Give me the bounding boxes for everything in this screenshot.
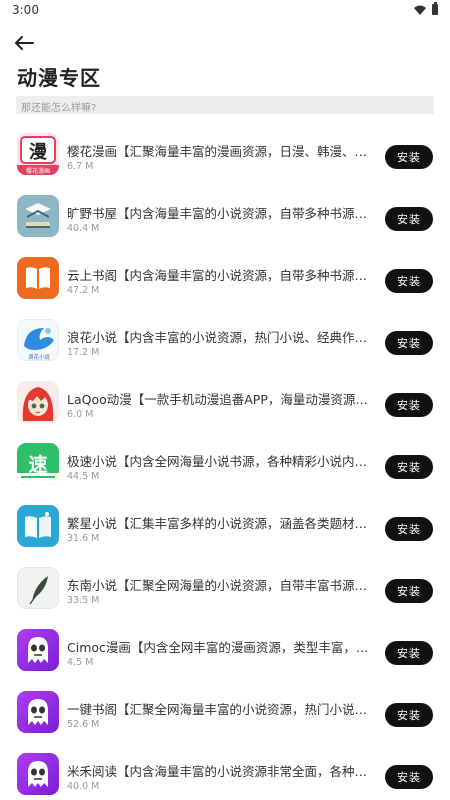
app-name: Cimoc漫画【内含全网丰富的漫画资源，类型丰富，解锁全部 bbox=[67, 640, 379, 655]
app-list-item[interactable]: 旷野书屋【内含海量丰富的小说资源，自带多种书源，精品小说 40.4 M 安装 bbox=[0, 183, 450, 245]
app-size: 6.7 M bbox=[67, 161, 94, 172]
app-size: 44.5 M bbox=[67, 471, 100, 482]
app-list-item[interactable]: 东南小说【汇聚全网海量的小说资源，自带丰富书源，免费阅读 33.5 M 安装 bbox=[0, 555, 450, 617]
app-name: 樱花漫画【汇聚海量丰富的漫画资源，日漫、韩漫、国漫等 bbox=[67, 144, 379, 159]
app-name: 繁星小说【汇集丰富多样的小说资源，涵盖各类题材和风格 bbox=[67, 516, 379, 531]
app-name: 东南小说【汇聚全网海量的小说资源，自带丰富书源，免费阅读 bbox=[67, 578, 379, 593]
wifi-icon bbox=[414, 5, 426, 15]
install-button[interactable]: 安装 bbox=[385, 331, 433, 355]
speed-icon: 速 bbox=[17, 443, 59, 485]
arrow-left-icon bbox=[15, 36, 34, 50]
manga-icon: 漫 樱花漫画 bbox=[17, 133, 59, 175]
app-size: 33.5 M bbox=[67, 595, 100, 606]
app-name: 一键书阁【汇聚全网海量丰富的小说资源，热门小说、经典名著 bbox=[67, 702, 379, 717]
app-size: 52.6 M bbox=[67, 719, 100, 730]
ghost-icon bbox=[17, 753, 59, 795]
install-button[interactable]: 安装 bbox=[385, 269, 433, 293]
install-button[interactable]: 安装 bbox=[385, 703, 433, 727]
install-button[interactable]: 安装 bbox=[385, 207, 433, 231]
app-name: 米禾阅读【内含海量丰富的小说资源非常全面，各种题材应有尽有 bbox=[67, 764, 379, 779]
wave-icon-caption: 浪花小说 bbox=[28, 353, 51, 361]
app-list-item[interactable]: 繁星小说【汇集丰富多样的小说资源，涵盖各类题材和风格 31.6 M 安装 bbox=[0, 493, 450, 555]
install-button[interactable]: 安装 bbox=[385, 765, 433, 789]
install-button[interactable]: 安装 bbox=[385, 455, 433, 479]
app-size: 40.0 M bbox=[67, 781, 100, 792]
open-book-icon bbox=[17, 257, 59, 299]
back-button[interactable] bbox=[14, 34, 38, 52]
book-star-icon bbox=[17, 505, 59, 547]
battery-icon bbox=[432, 2, 438, 15]
app-size: 40.4 M bbox=[67, 223, 100, 234]
app-list-item[interactable]: Cimoc漫画【内含全网丰富的漫画资源，类型丰富，解锁全部 4.5 M 安装 bbox=[0, 617, 450, 679]
wave-icon: 浪花小说 bbox=[17, 319, 59, 361]
search-bar[interactable] bbox=[16, 96, 434, 118]
app-list-item[interactable]: LaQoo动漫【一款手机动漫追番APP，海量动漫资源，每日更新 6.0 M 安装 bbox=[0, 369, 450, 431]
status-icons bbox=[414, 2, 438, 15]
install-button[interactable]: 安装 bbox=[385, 517, 433, 541]
app-name: 浪花小说【内含丰富的小说资源，热门小说、经典作品应有尽有 bbox=[67, 330, 379, 345]
install-button[interactable]: 安装 bbox=[385, 579, 433, 603]
install-button[interactable]: 安装 bbox=[385, 641, 433, 665]
app-size: 4.5 M bbox=[67, 657, 94, 668]
status-bar: 3:00 bbox=[0, 0, 450, 22]
app-name: 极速小说【内含全网海量小说书源，各种精彩小说内容应有尽有 bbox=[67, 454, 379, 469]
app-size: 6.0 M bbox=[67, 409, 94, 420]
app-size: 47.2 M bbox=[67, 285, 100, 296]
app-list-item[interactable]: 速 极速小说【内含全网海量小说书源，各种精彩小说内容应有尽有 44.5 M 安装 bbox=[0, 431, 450, 493]
app-list-item[interactable]: 云上书阁【内含海量丰富的小说资源，自带多种书源，精品小说 47.2 M 安装 bbox=[0, 245, 450, 307]
page-title: 动漫专区 bbox=[17, 66, 101, 90]
status-time: 3:00 bbox=[12, 3, 39, 17]
app-list-item[interactable]: 一键书阁【汇聚全网海量丰富的小说资源，热门小说、经典名著 52.6 M 安装 bbox=[0, 679, 450, 741]
app-name: 云上书阁【内含海量丰富的小说资源，自带多种书源，精品小说 bbox=[67, 268, 379, 283]
speed-icon-char: 速 bbox=[28, 453, 47, 476]
app-list-item[interactable]: 浪花小说 浪花小说【内含丰富的小说资源，热门小说、经典作品应有尽有 17.2 M… bbox=[0, 307, 450, 369]
install-button[interactable]: 安装 bbox=[385, 145, 433, 169]
manga-icon-caption: 樱花漫画 bbox=[26, 167, 50, 175]
app-name: 旷野书屋【内含海量丰富的小说资源，自带多种书源，精品小说 bbox=[67, 206, 379, 221]
ghost-icon bbox=[17, 691, 59, 733]
app-size: 17.2 M bbox=[67, 347, 100, 358]
app-list-item[interactable]: 漫 樱花漫画 樱花漫画【汇聚海量丰富的漫画资源，日漫、韩漫、国漫等 6.7 M … bbox=[0, 121, 450, 183]
install-button[interactable]: 安装 bbox=[385, 393, 433, 417]
app-name: LaQoo动漫【一款手机动漫追番APP，海量动漫资源，每日更新 bbox=[67, 392, 379, 407]
feather-icon bbox=[17, 567, 59, 609]
app-size: 31.6 M bbox=[67, 533, 100, 544]
search-input[interactable] bbox=[16, 99, 434, 118]
app-list-item[interactable]: 米禾阅读【内含海量丰富的小说资源非常全面，各种题材应有尽有 40.0 M 安装 bbox=[0, 741, 450, 800]
ghost-icon bbox=[17, 629, 59, 671]
manga-icon-char: 漫 bbox=[29, 142, 48, 163]
anime-girl-icon bbox=[17, 381, 59, 423]
book-icon bbox=[17, 195, 59, 237]
